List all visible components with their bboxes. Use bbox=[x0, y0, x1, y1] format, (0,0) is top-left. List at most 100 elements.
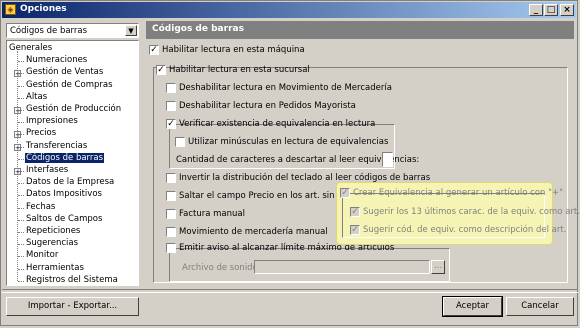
tree-item-label: Fechas bbox=[26, 201, 56, 212]
maximize-button[interactable]: □ bbox=[544, 4, 558, 16]
crear-equivalencia-checkbox[interactable]: ✓ Crear Equivalencia al generar un artíc… bbox=[340, 188, 563, 200]
options-tree: Generales Numeraciones + Gestión de Ventas G… bbox=[6, 40, 139, 286]
tree-connector bbox=[18, 122, 24, 124]
tree-item-label: Impresiones bbox=[26, 116, 78, 127]
checkbox-label: Movimiento de mercadería manual bbox=[179, 227, 328, 237]
checkbox-label: Factura manual bbox=[179, 209, 245, 219]
tree-item[interactable]: Sugerencias bbox=[25, 238, 79, 249]
checkbox-box[interactable]: ✓ bbox=[156, 65, 166, 75]
checkbox-box[interactable] bbox=[166, 173, 176, 183]
tree-item[interactable]: Generales bbox=[8, 43, 53, 54]
archivo-sonido-label: Archivo de sonido: bbox=[182, 263, 261, 273]
tree-connector bbox=[18, 207, 24, 209]
tree-item[interactable]: Monitor bbox=[25, 250, 59, 261]
maximize-icon: □ bbox=[546, 5, 556, 15]
checkbox-box[interactable]: ✓ bbox=[166, 119, 176, 129]
browse-button[interactable]: ... bbox=[431, 260, 445, 274]
tree-connector bbox=[18, 61, 24, 63]
tree-item[interactable]: Transferencias bbox=[25, 141, 88, 152]
aceptar-button[interactable]: Aceptar bbox=[442, 296, 503, 317]
checkbox-box[interactable] bbox=[166, 101, 176, 111]
checkbox-label: Verificar existencia de equivalencia en … bbox=[179, 119, 376, 129]
tree-item[interactable]: Altas bbox=[25, 92, 48, 103]
checkbox-label: Deshabilitar lectura en Pedidos Mayorist… bbox=[179, 101, 356, 111]
tree-item-label: Transferencias bbox=[26, 140, 88, 151]
tree-connector bbox=[18, 183, 24, 185]
tree-connector bbox=[18, 232, 24, 233]
tree-item[interactable]: Fechas bbox=[25, 202, 56, 213]
checkbox-label: Crear Equivalencia al generar un artícul… bbox=[353, 188, 564, 198]
tree-item[interactable]: Saltos de Campos bbox=[25, 214, 103, 225]
browse-label: ... bbox=[433, 261, 443, 271]
tree-item[interactable]: Numeraciones bbox=[25, 55, 88, 66]
aceptar-label: Aceptar bbox=[456, 301, 489, 311]
archivo-sonido-input[interactable] bbox=[254, 260, 430, 274]
checkbox-label: Habilitar lectura en esta sucursal bbox=[169, 65, 310, 75]
checkbox-box[interactable]: ✓ bbox=[149, 45, 159, 55]
expand-icon[interactable]: + bbox=[14, 107, 21, 115]
checkbox-label: Habilitar lectura en esta máquina bbox=[162, 45, 305, 55]
section-select[interactable]: Códigos de barras ▼ bbox=[6, 23, 139, 38]
tree-connector bbox=[18, 244, 24, 246]
settings-panel: ✓ Habilitar lectura en esta máquina ✓ Ha… bbox=[146, 41, 574, 287]
window-title: Opciones bbox=[20, 4, 67, 14]
tree-item-label: Herramientas bbox=[26, 262, 84, 273]
close-button[interactable]: × bbox=[560, 4, 574, 16]
title-bar[interactable]: ◈ Opciones _ □ × bbox=[2, 2, 576, 18]
tree-item-label: Numeraciones bbox=[26, 55, 88, 66]
checkbox-box[interactable]: ✓ bbox=[350, 207, 360, 217]
checkbox-box[interactable]: ✓ bbox=[350, 225, 360, 235]
tree-item-label: Registros del Sistema bbox=[26, 274, 118, 285]
tree-item-label: Gestión de Ventas bbox=[26, 67, 104, 78]
tree-item[interactable]: Impresiones bbox=[25, 116, 79, 127]
expand-icon[interactable]: + bbox=[14, 168, 21, 176]
expand-icon[interactable]: + bbox=[14, 143, 21, 151]
chevron-down-icon[interactable]: ▼ bbox=[125, 25, 137, 36]
habilitar-sucursal-checkbox[interactable]: ✓ Habilitar lectura en esta sucursal bbox=[156, 65, 310, 77]
options-window: ◈ Opciones _ □ × Códigos de barras ▼ Gen… bbox=[0, 0, 580, 326]
checkbox-box[interactable] bbox=[175, 137, 185, 147]
tree-item[interactable]: Registros del Sistema bbox=[25, 274, 119, 285]
tree-connector bbox=[18, 219, 24, 221]
checkbox-box[interactable] bbox=[166, 191, 176, 201]
tree-item[interactable]: Datos de la Empresa bbox=[25, 177, 115, 188]
importar-exportar-label: Importar - Exportar... bbox=[27, 301, 118, 311]
tree-item[interactable]: Gestión de Compras bbox=[25, 80, 114, 91]
tree-connector bbox=[18, 158, 24, 160]
tree-item[interactable]: Datos Impositivos bbox=[25, 189, 103, 200]
tree-connector bbox=[18, 268, 24, 270]
options-app-icon: ◈ bbox=[5, 4, 16, 15]
cantidad-input[interactable] bbox=[382, 152, 393, 167]
minimize-button[interactable]: _ bbox=[529, 4, 543, 16]
close-icon: × bbox=[563, 5, 571, 15]
tree-item-label: Saltos de Campos bbox=[26, 213, 103, 224]
checkbox-box[interactable] bbox=[166, 227, 176, 237]
tree-item[interactable]: Repeticiones bbox=[25, 226, 81, 237]
checkbox-box[interactable]: ✓ bbox=[340, 188, 350, 198]
checkbox-box[interactable] bbox=[166, 209, 176, 219]
cancelar-label: Cancelar bbox=[521, 301, 559, 311]
tree-item-label: Sugerencias bbox=[26, 238, 79, 249]
tree-item[interactable]: Precios bbox=[25, 128, 57, 139]
tree-connector bbox=[18, 280, 24, 282]
tree-item[interactable]: Gestión de Producción bbox=[25, 104, 122, 115]
tree-item[interactable]: Interfases bbox=[25, 165, 69, 176]
footer-divider bbox=[2, 289, 578, 293]
importar-exportar-button[interactable]: Importar - Exportar... bbox=[6, 297, 139, 316]
tree-item-label: Generales bbox=[9, 43, 53, 53]
checkbox-label: Sugerir los 13 últimos carac. de la equi… bbox=[363, 207, 580, 217]
checkbox-box[interactable] bbox=[166, 83, 176, 93]
tree-item[interactable]: Herramientas bbox=[25, 263, 85, 274]
tree-item-label: Datos de la Empresa bbox=[26, 177, 115, 188]
cancelar-button[interactable]: Cancelar bbox=[506, 297, 574, 316]
checkbox-box[interactable] bbox=[166, 243, 176, 253]
verificar-equivalencia-checkbox[interactable]: ✓ Verificar existencia de equivalencia e… bbox=[166, 119, 375, 131]
expand-icon[interactable]: + bbox=[14, 70, 21, 78]
tree-item-label: Precios bbox=[26, 128, 57, 139]
emitir-aviso-checkbox[interactable]: Emitir aviso al alcanzar límite máximo d… bbox=[166, 243, 394, 255]
checkbox-label: Sugerir cód. de equiv. como descripción … bbox=[363, 225, 567, 235]
tree-item[interactable]: Gestión de Ventas bbox=[25, 67, 104, 78]
expand-icon[interactable]: + bbox=[14, 131, 21, 139]
tree-item[interactable]: Códigos de barras bbox=[25, 152, 105, 164]
tree-item-label: Datos Impositivos bbox=[26, 189, 102, 200]
